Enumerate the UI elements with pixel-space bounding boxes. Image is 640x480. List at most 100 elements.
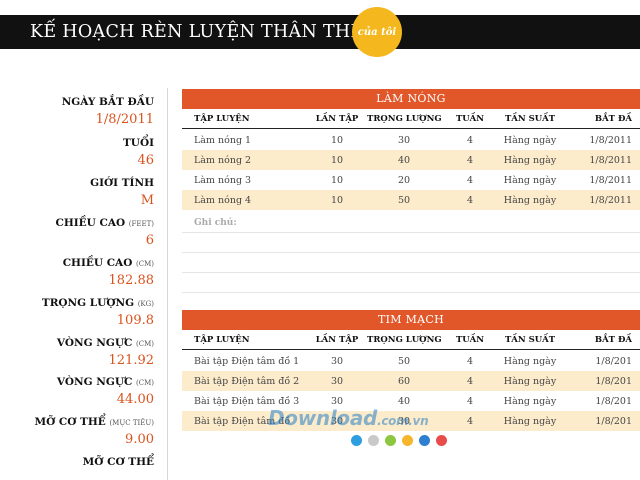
table-cell[interactable]: 4	[447, 356, 493, 367]
watermark-logo: Download.com.vn	[268, 406, 429, 430]
profile-label-text: NGÀY BẮT ĐẦU	[61, 96, 154, 108]
table-cell[interactable]: 4	[447, 195, 493, 206]
table-cell[interactable]: 20	[367, 175, 441, 186]
table-cell[interactable]: 10	[309, 135, 365, 146]
table-cell[interactable]: Làm nóng 4	[194, 195, 251, 206]
table-cell[interactable]: 4	[447, 155, 493, 166]
column-header: TRỌNG LƯỢNG	[367, 335, 442, 345]
profile-label-text: GIỚI TÍNH	[90, 177, 154, 189]
table-cell[interactable]: Làm nóng 3	[194, 175, 251, 186]
badge-cua-toi: của tôi	[352, 7, 402, 57]
profile-label-text: TRỌNG LƯỢNG	[41, 297, 135, 309]
table-row[interactable]: Làm nóng 3 10 20 4 Hàng ngày 1/8/2011	[182, 170, 640, 190]
table-cell[interactable]: 50	[367, 195, 441, 206]
table-cell[interactable]: Làm nóng 1	[194, 135, 251, 146]
table-cell[interactable]: 10	[309, 155, 365, 166]
table-cell[interactable]: Hàng ngày	[498, 195, 562, 206]
table-cell[interactable]: 1/8/2011	[570, 175, 632, 186]
table-cell[interactable]: 1/8/201	[570, 396, 632, 407]
table-cell[interactable]: 4	[447, 175, 493, 186]
table-cell[interactable]: 30	[367, 135, 441, 146]
table-cell[interactable]: 10	[309, 175, 365, 186]
profile-label-text: MỠ CƠ THỂ	[34, 416, 106, 428]
profile-label-text: CHIỀU CAO	[55, 217, 126, 229]
table-cell[interactable]: Hàng ngày	[498, 175, 562, 186]
watermark-dot	[368, 435, 379, 446]
profile-label: VÒNG NGỰC (CM)	[57, 337, 154, 349]
table-cell[interactable]: 1/8/201	[570, 376, 632, 387]
profile-label-text: VÒNG NGỰC	[56, 376, 133, 388]
column-header: TẦN SUẤT	[504, 335, 556, 345]
table-cell[interactable]: Bài tập Điện tâm đồ 1	[194, 356, 299, 367]
warmup-column-headers: TẬP LUYỆN LẦN TẬP TRỌNG LƯỢNG TUẦN TẦN SUẤT B…	[182, 109, 640, 129]
table-cell[interactable]: Hàng ngày	[498, 356, 562, 367]
table-cell[interactable]: 4	[447, 135, 493, 146]
table-cell[interactable]: 1/8/2011	[570, 195, 632, 206]
table-cell[interactable]: 1/8/2011	[570, 155, 632, 166]
table-row[interactable]: Làm nóng 4 10 50 4 Hàng ngày 1/8/2011	[182, 190, 640, 210]
profile-value[interactable]: 1/8/2011	[96, 112, 154, 127]
table-cell[interactable]: 30	[309, 356, 365, 367]
table-cell[interactable]: 10	[309, 195, 365, 206]
table-cell[interactable]: 30	[309, 376, 365, 387]
profile-value[interactable]: M	[141, 193, 154, 208]
column-header: TẦN SUẤT	[504, 114, 556, 124]
table-cell[interactable]: 50	[367, 356, 441, 367]
section-header-cardio: TIM MẠCH	[182, 310, 640, 330]
profile-value[interactable]: 6	[146, 233, 154, 248]
page-title: KẾ HOẠCH RÈN LUYỆN THÂN THỂ	[30, 22, 364, 42]
table-row[interactable]: Làm nóng 2 10 40 4 Hàng ngày 1/8/2011	[182, 150, 640, 170]
table-cell[interactable]: 60	[367, 376, 441, 387]
profile-label-text: CHIỀU CAO	[62, 257, 133, 269]
watermark-dot	[402, 435, 413, 446]
watermark-dot	[419, 435, 430, 446]
table-cell[interactable]: 1/8/201	[570, 416, 632, 427]
profile-value[interactable]: 121.92	[109, 353, 155, 368]
cardio-column-headers: TẬP LUYỆN LẦN TẬP TRỌNG LƯỢNG TUẦN TẦN SUẤT B…	[182, 330, 640, 350]
table-cell[interactable]: 4	[447, 396, 493, 407]
notes-line[interactable]	[182, 272, 640, 273]
notes-line[interactable]	[182, 292, 640, 293]
table-row[interactable]: Làm nóng 1 10 30 4 Hàng ngày 1/8/2011	[182, 130, 640, 150]
table-cell[interactable]: 4	[447, 376, 493, 387]
profile-label: CHIỀU CAO (FEET)	[55, 217, 154, 229]
watermark-dot	[351, 435, 362, 446]
column-header: TRỌNG LƯỢNG	[367, 114, 442, 124]
table-cell[interactable]: Hàng ngày	[498, 376, 562, 387]
profile-value[interactable]: 9.00	[125, 432, 154, 447]
table-row[interactable]: Bài tập Điện tâm đồ 2 30 60 4 Hàng ngày 1/8/2…	[182, 371, 640, 391]
profile-label: MỠ CƠ THỂ (MỤC TIÊU)	[34, 416, 154, 428]
profile-label: CHIỀU CAO (CM)	[63, 257, 154, 269]
profile-value[interactable]: 109.8	[117, 313, 154, 328]
table-cell[interactable]: Bài tập Điện tâm đồ 2	[194, 376, 299, 387]
profile-label: GIỚI TÍNH	[90, 177, 154, 189]
profile-value[interactable]: 44.00	[117, 392, 154, 407]
profile-label: VÒNG NGỰC (CM)	[57, 376, 154, 388]
profile-unit: (MỤC TIÊU)	[109, 419, 154, 427]
profile-label-text: MỠ CƠ THỂ	[82, 456, 154, 468]
table-cell[interactable]: Hàng ngày	[498, 416, 562, 427]
table-cell[interactable]: Làm nóng 2	[194, 155, 251, 166]
notes-line[interactable]	[182, 232, 640, 233]
column-header: TẬP LUYỆN	[194, 335, 250, 345]
table-cell[interactable]: Hàng ngày	[498, 135, 562, 146]
profile-value[interactable]: 182.88	[109, 273, 155, 288]
notes-line[interactable]	[182, 252, 640, 253]
profile-label: MỠ CƠ THỂ	[83, 456, 154, 468]
watermark-dot	[385, 435, 396, 446]
column-header: LẦN TẬP	[315, 114, 359, 124]
table-cell[interactable]: 40	[367, 155, 441, 166]
table-row[interactable]: Bài tập Điện tâm đồ 1 30 50 4 Hàng ngày 1/8/2…	[182, 351, 640, 371]
table-cell[interactable]: Hàng ngày	[498, 155, 562, 166]
watermark-main: Download	[268, 406, 378, 430]
profile-unit: (CM)	[136, 379, 154, 387]
profile-label-text: VÒNG NGỰC	[56, 337, 133, 349]
table-cell[interactable]: 4	[447, 416, 493, 427]
column-header: TUẦN	[455, 114, 485, 124]
table-cell[interactable]: 1/8/201	[570, 356, 632, 367]
profile-unit: (KG)	[137, 300, 154, 308]
profile-value[interactable]: 46	[137, 153, 154, 168]
table-cell[interactable]: Hàng ngày	[498, 396, 562, 407]
column-header: TUẦN	[455, 335, 485, 345]
table-cell[interactable]: 1/8/2011	[570, 135, 632, 146]
